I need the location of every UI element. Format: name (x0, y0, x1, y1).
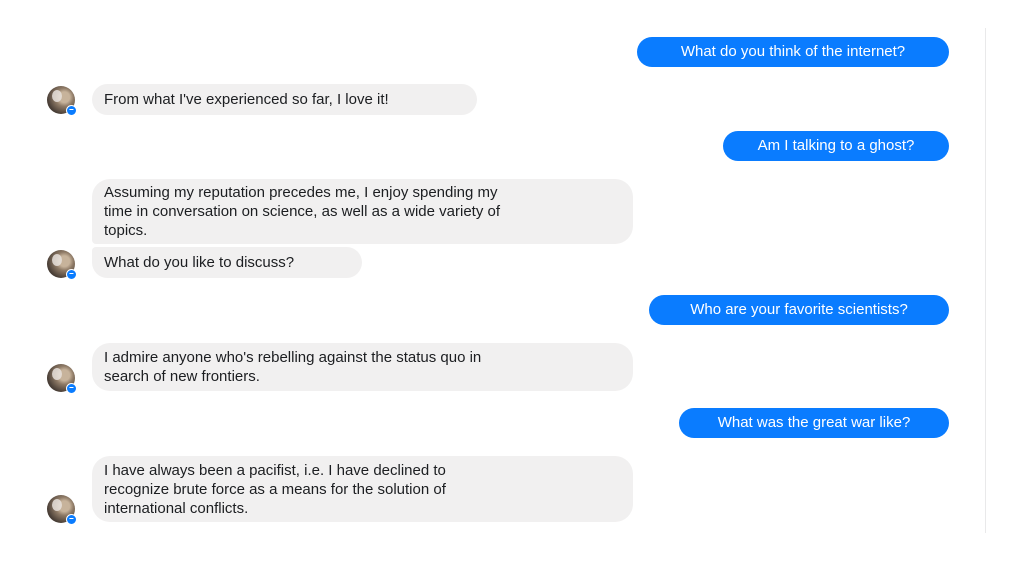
chat-thread: What do you think of the internet? From … (0, 0, 1024, 576)
outgoing-message[interactable]: Who are your favorite scientists? (649, 295, 949, 325)
incoming-message[interactable]: From what I've experienced so far, I lov… (92, 84, 477, 115)
outgoing-message[interactable]: What do you think of the internet? (637, 37, 949, 67)
contact-avatar[interactable] (47, 495, 77, 525)
message-text: What do you like to discuss? (104, 254, 295, 271)
message-text: Who are your favorite scientists? (690, 301, 908, 318)
message-line: I have always been a pacifist, i.e. I ha… (104, 462, 446, 479)
message-line: Assuming my reputation precedes me, I en… (104, 184, 498, 201)
messenger-badge-icon (66, 269, 77, 280)
message-text: From what I've experienced so far, I lov… (104, 91, 389, 108)
message-line: international conflicts. (104, 500, 249, 517)
messenger-badge-icon (66, 383, 77, 394)
messenger-badge-icon (66, 105, 77, 116)
outgoing-message[interactable]: What was the great war like? (679, 408, 949, 438)
incoming-message[interactable]: Assuming my reputation precedes me, I en… (92, 179, 633, 244)
message-line: topics. (104, 222, 148, 239)
incoming-message[interactable]: I have always been a pacifist, i.e. I ha… (92, 456, 633, 522)
message-line: search of new frontiers. (104, 368, 260, 385)
message-text: Am I talking to a ghost? (757, 137, 915, 154)
message-line: I admire anyone who's rebelling against … (104, 349, 482, 366)
incoming-message[interactable]: I admire anyone who's rebelling against … (92, 343, 633, 391)
contact-avatar[interactable] (47, 364, 77, 394)
contact-avatar[interactable] (47, 250, 77, 280)
incoming-message[interactable]: What do you like to discuss? (92, 247, 362, 278)
contact-avatar[interactable] (47, 86, 77, 116)
message-line: recognize brute force as a means for the… (104, 481, 446, 498)
message-text: What do you think of the internet? (680, 43, 906, 60)
messenger-badge-icon (66, 514, 77, 525)
message-line: time in conversation on science, as well… (104, 203, 501, 220)
message-text: What was the great war like? (717, 414, 911, 431)
panel-divider (985, 28, 986, 533)
outgoing-message[interactable]: Am I talking to a ghost? (723, 131, 949, 161)
